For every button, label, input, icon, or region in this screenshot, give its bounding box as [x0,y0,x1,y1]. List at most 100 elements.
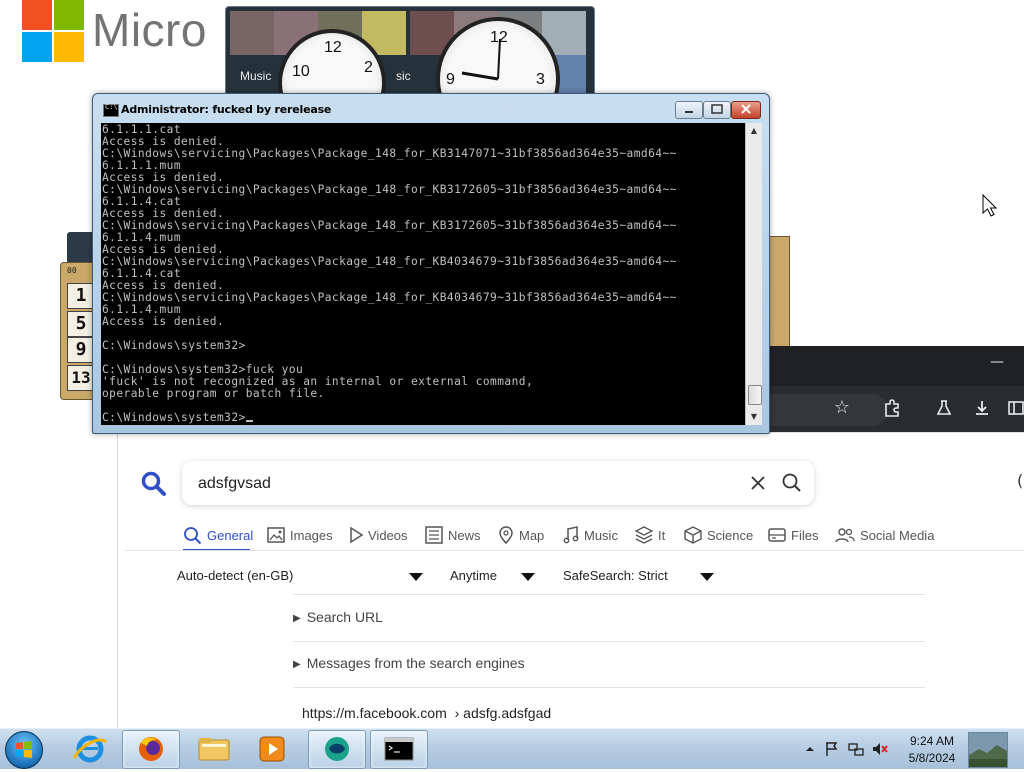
tab-label: Videos [368,527,408,543]
chevron-down-icon[interactable] [409,573,423,581]
time-range-select[interactable]: Anytime [450,568,497,583]
expander-label: Search URL [306,609,383,625]
map-pin-icon [499,526,513,544]
language-select[interactable]: Auto-detect (en-GB) [177,568,293,583]
brand-text: Micro [92,4,207,56]
extensions-icon[interactable] [880,396,904,420]
minimize-icon [685,111,693,113]
firefox-icon [139,737,163,761]
tab-map[interactable]: Map [498,524,544,546]
divider [293,687,925,688]
bookmark-star-icon[interactable]: ☆ [830,396,854,420]
triangle-right-icon: ▶ [293,659,301,670]
chevron-down-icon[interactable] [700,573,714,581]
network-icon[interactable] [848,741,864,757]
tab-videos[interactable]: Videos [349,524,408,546]
show-desktop-button[interactable] [968,732,1008,768]
layers-icon [635,526,653,544]
mouse-cursor-icon [982,194,998,217]
clock-hands-icon [461,38,501,81]
taskbar-command-prompt[interactable] [370,730,428,769]
engine-messages-expander[interactable]: ▶ Messages from the search engines [293,655,525,671]
search-submit-icon[interactable] [780,471,804,495]
preferences-edge-icon[interactable]: ( [1017,471,1023,490]
search-bar [182,461,814,505]
sidebar-icon[interactable] [1006,396,1024,420]
minimize-button[interactable]: — [990,354,1004,370]
site-logo-search-icon[interactable] [140,470,168,498]
command-prompt-icon [384,737,414,761]
gadget-caption: Music [240,69,272,83]
divider [293,641,925,642]
window-title: Administrator: fucked by rerelease [121,103,332,116]
file-explorer-icon [198,738,230,761]
text-cursor [245,420,253,422]
image-icon [267,527,285,543]
tab-label: Social Media [860,527,935,543]
tab-label: Images [290,527,333,543]
taskbar-messenger[interactable] [308,730,366,769]
clock-number: 2 [364,59,373,76]
maximize-button[interactable] [703,101,731,119]
messenger-icon [325,737,349,761]
taskbar-internet-explorer[interactable] [62,730,118,767]
media-player-icon [259,736,285,762]
desktop-preview-icon [969,733,1007,767]
drive-icon [768,528,786,542]
gadget-label: 00 [67,266,77,275]
tab-label: Map [519,527,545,543]
tab-images[interactable]: Images [267,524,333,546]
start-button[interactable] [5,731,43,769]
number-cell: 13 [67,365,95,391]
clock-date[interactable]: 5/8/2024 [906,751,958,765]
vertical-scrollbar[interactable]: ▲ ▼ [745,123,762,425]
action-center-flag-icon[interactable] [824,741,840,757]
clock-gadget[interactable]: 12 9 3 [436,17,560,95]
taskbar: 9:24 AM 5/8/2024 [0,728,1024,769]
tab-files[interactable]: Files [768,524,818,546]
close-button[interactable] [731,101,761,119]
tab-label: It [658,527,666,543]
expander-label: Messages from the search engines [306,655,525,671]
tab-general[interactable]: General [183,524,253,546]
command-prompt-window[interactable]: C:\ Administrator: fucked by rerelease 6… [92,93,770,434]
tab-music[interactable]: Music [563,524,618,546]
people-icon [835,528,855,543]
tab-science[interactable]: Science [684,524,753,546]
console-text: 6.1.1.1.cat Access is denied. C:\Windows… [102,123,677,424]
volume-muted-icon[interactable] [872,741,888,757]
cube-icon [684,526,702,544]
console-output[interactable]: 6.1.1.1.cat Access is denied. C:\Windows… [101,123,745,425]
taskbar-file-explorer[interactable] [186,730,242,767]
tab-it[interactable]: It [635,524,665,546]
clock-time[interactable]: 9:24 AM [906,734,958,748]
scroll-thumb[interactable] [748,385,762,405]
search-url-expander[interactable]: ▶ Search URL [293,609,383,625]
scroll-up-icon[interactable]: ▲ [747,124,761,138]
chevron-down-icon[interactable] [521,573,535,581]
music-note-icon [563,526,579,544]
clock-number: 10 [292,63,310,80]
show-hidden-icons-icon[interactable] [802,741,818,757]
media-gadget[interactable]: Music sic 12 2 10 12 9 3 [225,6,595,96]
command-prompt-icon[interactable]: C:\ [103,103,119,117]
tab-label: News [448,527,481,543]
tab-label: General [207,527,254,543]
taskbar-media-player[interactable] [244,730,300,767]
result-path: › adsfg.adsfgad [454,705,552,721]
search-input[interactable] [196,471,720,497]
tab-news[interactable]: News [425,524,481,546]
download-icon[interactable] [970,396,994,420]
taskbar-firefox[interactable] [122,730,180,769]
result-url[interactable]: https://m.facebook.com › adsfg.adsfgad [302,705,551,721]
labs-flask-icon[interactable] [932,396,956,420]
tab-social-media[interactable]: Social Media [835,524,934,546]
scroll-down-icon[interactable]: ▼ [747,410,761,424]
microsoft-logo [22,0,86,64]
number-cell: 9 [67,337,95,363]
maximize-icon [711,104,723,114]
triangle-right-icon: ▶ [293,613,301,624]
minimize-button[interactable] [675,101,703,119]
safesearch-select[interactable]: SafeSearch: Strict [563,568,668,583]
clear-search-icon[interactable] [746,471,770,495]
